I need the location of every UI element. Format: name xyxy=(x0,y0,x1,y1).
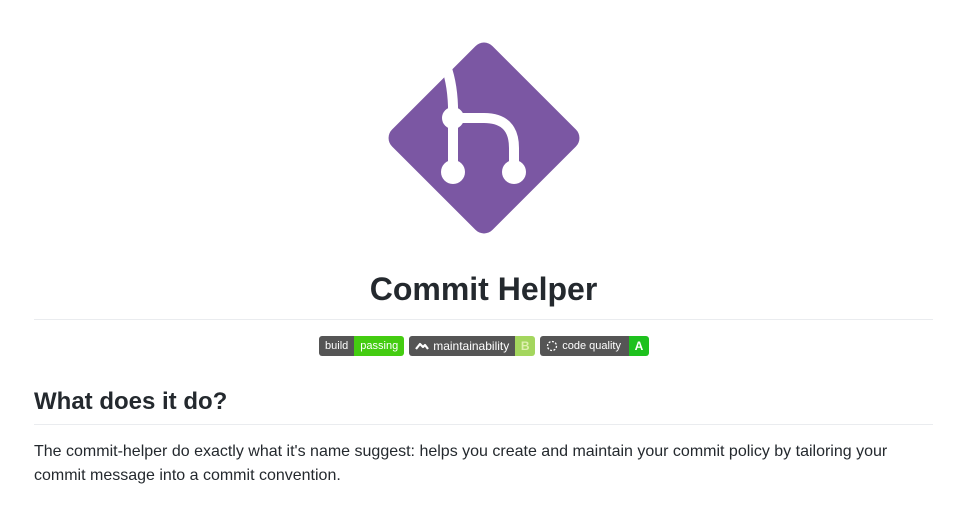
build-status-badge[interactable]: build passing xyxy=(319,336,405,356)
badge-value: passing xyxy=(354,336,405,356)
code-quality-badge[interactable]: code quality A xyxy=(540,336,649,356)
git-logo-icon xyxy=(388,42,580,234)
badge-label: code quality xyxy=(562,340,621,352)
section-divider xyxy=(34,424,933,425)
section-heading: What does it do? xyxy=(34,388,228,415)
codacy-icon xyxy=(547,340,558,352)
section-body: The commit-helper do exactly what it's n… xyxy=(34,443,888,484)
maintainability-badge[interactable]: maintainability B xyxy=(409,336,536,356)
badge-value: B xyxy=(515,336,536,356)
codeclimate-icon xyxy=(415,342,430,350)
page-title: Commit Helper xyxy=(369,271,598,307)
title-divider xyxy=(34,319,933,320)
badge-value: A xyxy=(628,336,649,356)
badge-row: build passing maintainability B code qua… xyxy=(0,336,968,356)
badge-label: build xyxy=(319,336,355,356)
badge-label: maintainability xyxy=(433,339,510,353)
